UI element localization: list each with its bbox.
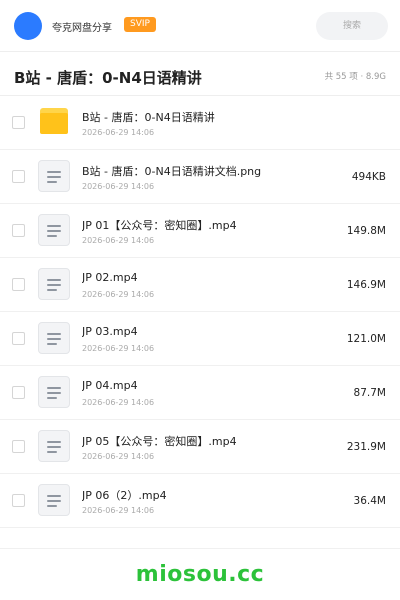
file-name: B站 - 唐盾：0-N4日语精讲文档.png [82, 165, 262, 178]
svip-badge: SVIP [124, 17, 156, 32]
checkbox[interactable] [12, 116, 25, 129]
file-date: 2026-06-29 14:06 [82, 506, 155, 515]
document-icon [38, 214, 70, 246]
file-date: 2026-06-29 14:06 [82, 398, 155, 407]
watermark: miosou.cc [135, 562, 265, 587]
file-size: 121.0M [346, 333, 386, 345]
checkbox[interactable] [12, 278, 25, 291]
file-size: 494KB [351, 171, 386, 183]
search-input[interactable] [316, 12, 388, 40]
list-item[interactable]: JP 06（2）.mp4 2026-06-29 14:06 36.4M [0, 474, 400, 528]
list-item[interactable]: JP 01【公众号：密知圈】.mp4 2026-06-29 14:06 149.… [0, 204, 400, 258]
list-item[interactable]: JP 05【公众号：密知圈】.mp4 2026-06-29 14:06 231.… [0, 420, 400, 474]
file-name: B站 - 唐盾：0-N4日语精讲 [82, 111, 215, 124]
list-item[interactable]: JP 02.mp4 2026-06-29 14:06 146.9M [0, 258, 400, 312]
checkbox[interactable] [12, 440, 25, 453]
document-icon [38, 268, 70, 300]
file-size: 146.9M [346, 279, 386, 291]
document-icon [38, 430, 70, 462]
list-item[interactable]: JP 04.mp4 2026-06-29 14:06 87.7M [0, 366, 400, 420]
list-item[interactable]: JP 03.mp4 2026-06-29 14:06 121.0M [0, 312, 400, 366]
page-title: B站 - 唐盾：0-N4日语精讲 [14, 69, 202, 87]
file-date: 2026-06-29 14:06 [82, 290, 155, 299]
footer-divider [0, 548, 400, 549]
folder-meta: 共 55 项 · 8.9G [324, 72, 386, 82]
checkbox[interactable] [12, 332, 25, 345]
file-name: JP 05【公众号：密知圈】.mp4 [82, 435, 237, 448]
file-date: 2026-06-29 14:06 [82, 236, 155, 245]
file-date: 2026-06-29 14:06 [82, 182, 155, 191]
folder-titlebar: B站 - 唐盾：0-N4日语精讲 共 55 项 · 8.9G [0, 52, 400, 96]
file-name: JP 02.mp4 [82, 271, 138, 284]
checkbox[interactable] [12, 170, 25, 183]
file-size: 36.4M [353, 495, 386, 507]
file-name: JP 01【公众号：密知圈】.mp4 [82, 219, 237, 232]
file-name: JP 04.mp4 [82, 379, 138, 392]
avatar[interactable] [14, 12, 42, 40]
file-name: JP 03.mp4 [82, 325, 138, 338]
file-date: 2026-06-29 14:06 [82, 344, 155, 353]
document-icon [38, 322, 70, 354]
list-item[interactable]: B站 - 唐盾：0-N4日语精讲文档.png 2026-06-29 14:06 … [0, 150, 400, 204]
checkbox[interactable] [12, 386, 25, 399]
checkbox[interactable] [12, 224, 25, 237]
file-size: 149.8M [346, 225, 386, 237]
file-size: 231.9M [346, 441, 386, 453]
file-list: B站 - 唐盾：0-N4日语精讲 2026-06-29 14:06 B站 - 唐… [0, 96, 400, 528]
checkbox[interactable] [12, 494, 25, 507]
document-icon [38, 376, 70, 408]
file-date: 2026-06-29 14:06 [82, 128, 155, 137]
file-name: JP 06（2）.mp4 [82, 489, 167, 502]
file-date: 2026-06-29 14:06 [82, 452, 155, 461]
header: 夸克网盘分享 SVIP [0, 0, 400, 52]
document-icon [38, 484, 70, 516]
share-title: 夸克网盘分享 [52, 23, 112, 34]
file-size: 87.7M [353, 387, 386, 399]
folder-icon [40, 108, 68, 134]
document-icon [38, 160, 70, 192]
list-item[interactable]: B站 - 唐盾：0-N4日语精讲 2026-06-29 14:06 [0, 96, 400, 150]
